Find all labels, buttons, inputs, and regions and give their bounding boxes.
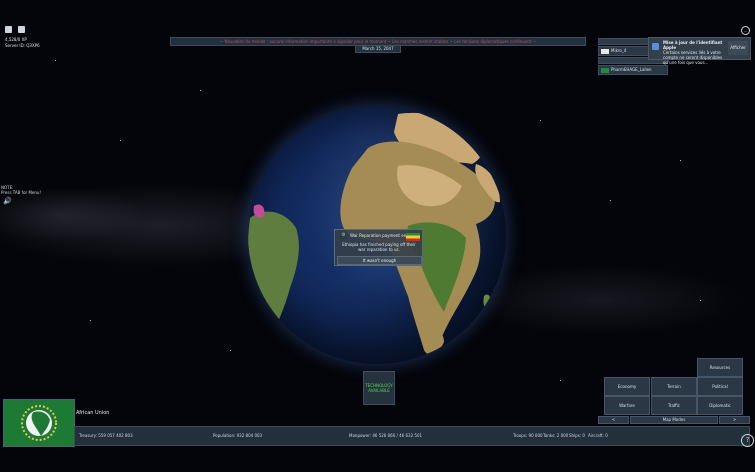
star — [230, 350, 231, 351]
available-label: AVAILABLE — [368, 388, 390, 393]
game-date: March 15, 2047 — [355, 45, 401, 53]
economy-button[interactable]: Economy — [604, 377, 650, 396]
star — [680, 160, 681, 161]
warfare-button[interactable]: Warfare — [604, 396, 650, 415]
menu-note: NOTE: Press TAB for Menu! — [1, 185, 41, 195]
star — [120, 140, 121, 141]
technology-available-button[interactable]: TECHNOLOGY AVAILABLE — [363, 371, 395, 405]
star — [90, 320, 91, 321]
star — [540, 120, 541, 121]
chat-icon[interactable] — [18, 26, 25, 33]
event-body: Ethiopia has finished paying off their w… — [342, 242, 416, 252]
political-button[interactable]: Political — [697, 377, 743, 396]
more-menu-icon[interactable]: … — [741, 26, 750, 35]
country-name: African Union — [76, 410, 110, 416]
notification-show-button[interactable]: Afficher — [728, 41, 748, 55]
star — [610, 200, 611, 201]
event-popup: ⚙ War Reparation payment ended Ethiopia … — [334, 229, 423, 266]
player-name: PharmEHAGE_Lallen — [611, 67, 652, 72]
help-icon[interactable]: ? — [741, 434, 754, 447]
notification-text: Mise à jour de l'identifiant Apple Certa… — [663, 40, 725, 65]
cog-icon: ⚙ — [340, 232, 347, 239]
treasury-stat: Treasury: 559 057 402 803 — [79, 433, 133, 438]
star — [560, 380, 561, 381]
aircraft-stat: Aircraft: 0 — [588, 433, 608, 438]
manpower-stat: Manpower: 46 526 066 / 46 632 501 — [349, 433, 423, 438]
troops-stat: Troops: 90 000 — [513, 433, 543, 438]
diplomatic-button[interactable]: Diplomatic — [697, 396, 743, 415]
status-bar: Treasury: 559 057 402 803 Population: 93… — [74, 426, 750, 446]
player-flag-icon — [601, 48, 609, 54]
country-flag[interactable] — [3, 399, 75, 447]
notification-body: Certains services liés à votre compte ne… — [663, 50, 723, 65]
windows-icon[interactable] — [5, 26, 12, 33]
tanks-stat: Tanks: 2 000 — [543, 433, 569, 438]
ethiopia-flag-icon — [406, 233, 420, 241]
notification-title: Mise à jour de l'identifiant Apple — [663, 40, 723, 50]
terrain-button[interactable]: Terrain — [651, 377, 697, 396]
event-dismiss-button[interactable]: It wasn't enough — [337, 256, 422, 265]
traffic-button[interactable]: Traffic — [651, 396, 697, 415]
star — [55, 60, 56, 61]
star — [200, 90, 201, 91]
player-flag-icon — [601, 67, 609, 73]
note-text: Press TAB for Menu! — [1, 190, 42, 195]
player-name: Mikro_4 — [611, 48, 627, 53]
resources-button[interactable]: Resources — [697, 358, 743, 377]
map-mode-prev-button[interactable]: < — [598, 416, 629, 424]
map-modes-label: Map Modes — [630, 416, 718, 424]
african-union-emblem-icon — [4, 400, 74, 446]
ships-stat: Ships: 0 — [569, 433, 585, 438]
speaker-icon[interactable]: 🔊 — [3, 197, 12, 205]
player-info: 4,528/0 XP Server ID: Q3XP6 — [5, 26, 40, 49]
population-stat: Population: 932 804 003 — [213, 433, 263, 438]
system-notification[interactable]: Mise à jour de l'identifiant Apple Certa… — [648, 37, 751, 65]
star — [700, 300, 701, 301]
map-mode-next-button[interactable]: > — [719, 416, 750, 424]
player-row[interactable]: PharmEHAGE_Lallen — [598, 65, 668, 75]
event-title: War Reparation payment ended — [350, 233, 414, 238]
settings-icon — [652, 43, 659, 50]
server-id-label: Server ID: Q3XP6 — [5, 43, 40, 48]
